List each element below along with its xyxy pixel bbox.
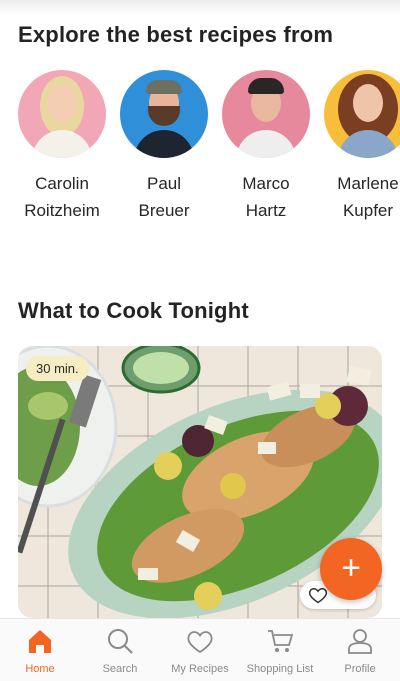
creator-carolin[interactable]: Carolin Roitzheim — [12, 70, 112, 224]
bottom-navigation: Home Search My Recipes Shopping List Pro… — [0, 618, 400, 681]
nav-label: Profile — [344, 663, 376, 675]
status-bar-fade — [0, 0, 400, 14]
home-icon — [29, 630, 51, 653]
creator-name: Paul Breuer — [138, 174, 190, 220]
creator-name: Marlene Kupfer — [337, 174, 399, 220]
creator-marco[interactable]: Marco Hartz — [216, 70, 316, 224]
heart-icon — [308, 587, 328, 604]
creator-marlene[interactable]: Marlene Kupfer — [318, 70, 400, 224]
avatar — [18, 70, 106, 158]
creators-section-title: Explore the best recipes from — [18, 22, 334, 47]
cook-tonight-title: What to Cook Tonight — [18, 298, 249, 323]
avatar — [120, 70, 208, 158]
add-button[interactable]: + — [320, 538, 382, 600]
avatar — [222, 70, 310, 158]
nav-my-recipes[interactable]: My Recipes — [160, 619, 240, 681]
cart-icon — [268, 630, 294, 652]
search-icon — [108, 629, 133, 654]
creators-carousel[interactable]: Carolin Roitzheim Paul Breuer Marco Hart… — [0, 70, 400, 230]
avatar — [324, 70, 400, 158]
creator-paul[interactable]: Paul Breuer — [114, 70, 214, 224]
nav-shopping-list[interactable]: Shopping List — [240, 619, 320, 681]
nav-label: Search — [102, 663, 138, 675]
nav-profile[interactable]: Profile — [320, 619, 400, 681]
nav-label: My Recipes — [171, 663, 229, 675]
heart-icon — [187, 631, 213, 654]
nav-search[interactable]: Search — [80, 619, 160, 681]
creator-name: Carolin Roitzheim — [24, 174, 100, 220]
time-badge: 30 min. — [26, 356, 89, 381]
nav-home[interactable]: Home — [0, 619, 80, 681]
nav-label: Home — [25, 663, 55, 675]
creator-name: Marco Hartz — [242, 174, 290, 220]
profile-icon — [348, 629, 372, 654]
nav-label: Shopping List — [246, 663, 314, 675]
